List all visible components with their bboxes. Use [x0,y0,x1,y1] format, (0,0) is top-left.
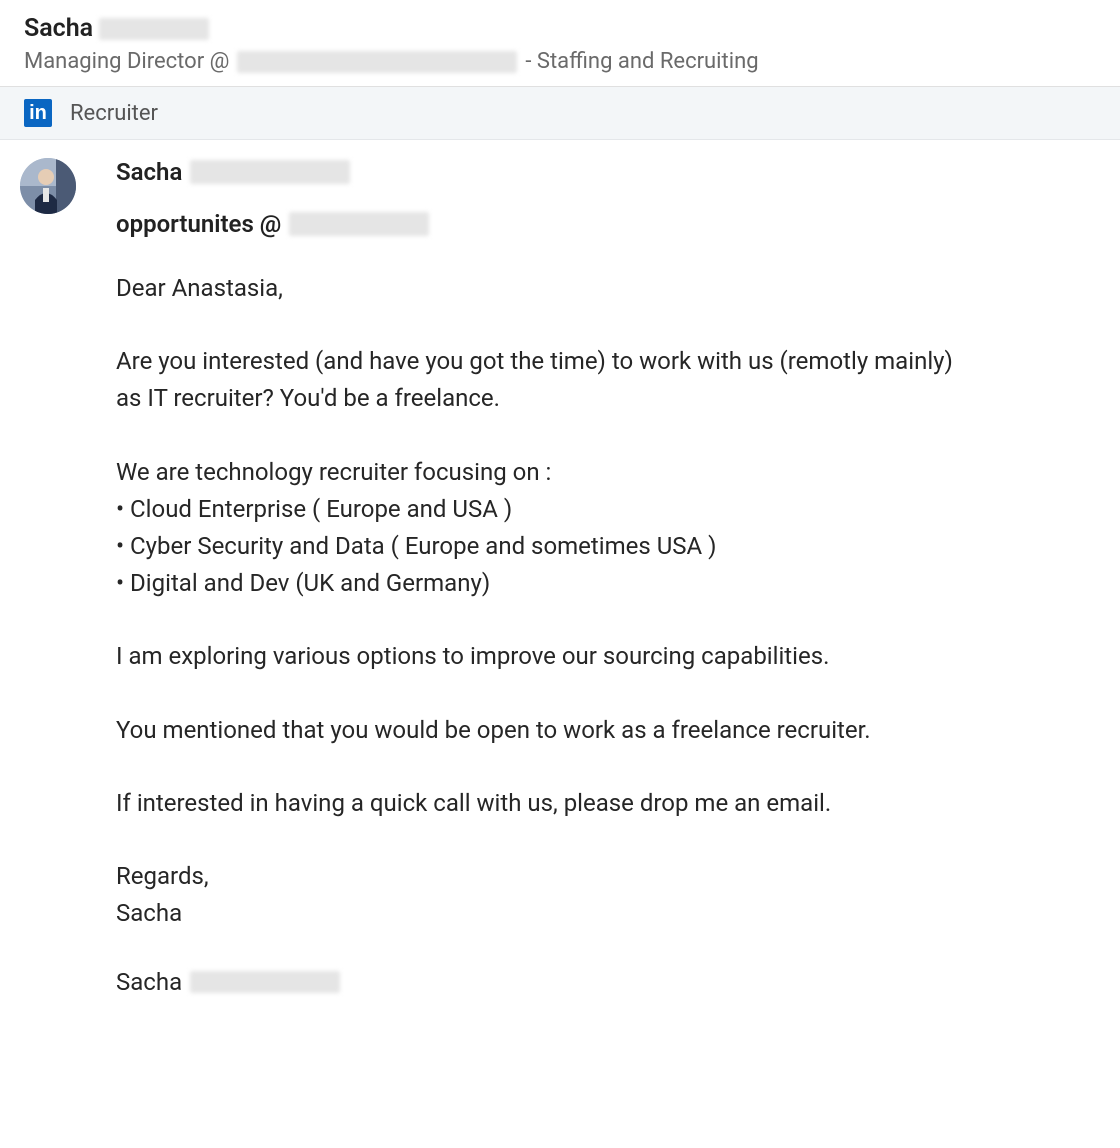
bullet-cloud: • Cloud Enterprise ( Europe and USA ) [116,491,960,528]
message-container: Sacha opportunites @ Dear Anastasia, Are… [0,140,1120,1036]
linkedin-icon: in [24,99,52,127]
profile-first-name: Sacha [24,14,93,43]
redacted-last-name [99,18,209,40]
recruiter-label: Recruiter [70,101,158,126]
paragraph-intro: Are you interested (and have you got the… [116,343,960,417]
message-body: Dear Anastasia, Are you interested (and … [116,270,960,996]
regards: Regards, [116,858,960,895]
footer-signature: Sacha [116,968,960,996]
headline-prefix: Managing Director @ [24,49,229,74]
bullet-cyber: • Cyber Security and Data ( Europe and s… [116,528,960,565]
greeting: Dear Anastasia, [116,270,960,307]
profile-name-line[interactable]: Sacha [24,14,1100,43]
headline-suffix: - Staffing and Recruiting [525,49,758,74]
redacted-subject-company [289,212,429,236]
redacted-footer-last-name [190,971,340,993]
redacted-sender-last-name [190,160,350,184]
signature-block: Regards, Sacha [116,858,960,932]
redacted-company [237,51,517,73]
paragraph-sourcing: I am exploring various options to improv… [116,638,960,675]
focus-intro: We are technology recruiter focusing on … [116,454,960,491]
recruiter-banner: in Recruiter [0,87,1120,140]
sign-name: Sacha [116,895,960,932]
message-subject: opportunites @ [116,210,960,238]
profile-header: Sacha Managing Director @ - Staffing and… [0,0,1120,87]
sender-avatar[interactable] [20,158,76,214]
paragraph-call: If interested in having a quick call wit… [116,785,960,822]
message-sender-name[interactable]: Sacha [116,158,960,186]
paragraph-freelance: You mentioned that you would be open to … [116,712,960,749]
profile-headline: Managing Director @ - Staffing and Recru… [24,49,1100,74]
bullet-digital: • Digital and Dev (UK and Germany) [116,565,960,602]
